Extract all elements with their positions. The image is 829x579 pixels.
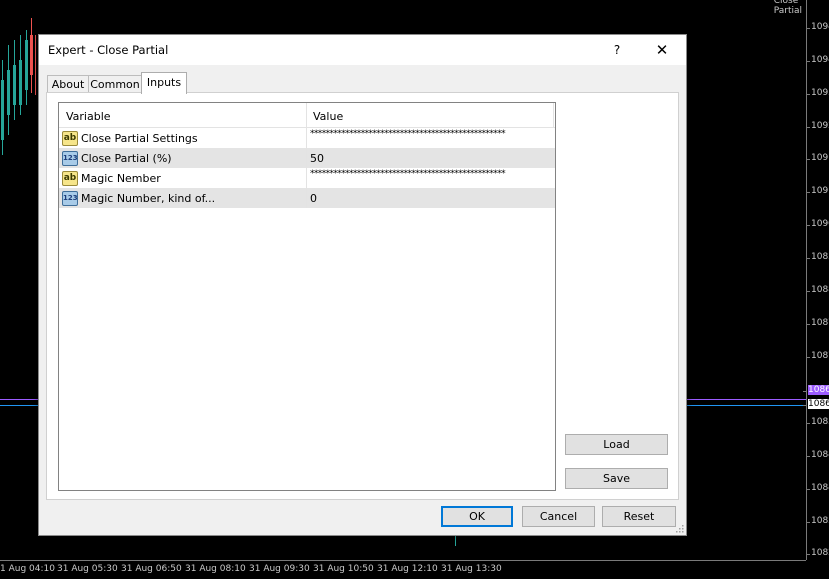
ok-button[interactable]: OK [441, 506, 513, 527]
table-row[interactable]: ab Close Partial Settings **************… [59, 128, 555, 148]
reset-button[interactable]: Reset [602, 506, 676, 527]
load-button[interactable]: Load [565, 434, 668, 455]
tab-about[interactable]: About [47, 75, 89, 93]
table-row[interactable]: 123 Magic Number, kind of... 0 [59, 188, 555, 208]
string-type-icon: ab [62, 171, 78, 186]
price-label: 1084 [806, 450, 829, 460]
variable-name: Magic Number, kind of... [81, 192, 216, 205]
time-label: 31 Aug 05:30 [57, 564, 118, 574]
time-label: 1 Aug 04:10 [0, 564, 55, 574]
candle [7, 70, 10, 115]
table-row[interactable]: ab Magic Nember ************************… [59, 168, 555, 188]
variable-value[interactable]: ****************************************… [310, 169, 506, 179]
price-label-purple: 1086 [803, 385, 829, 395]
cell-separator [306, 188, 307, 208]
inputs-panel: Variable Value ab Close Partial Settings… [46, 92, 679, 500]
expert-properties-dialog: Expert - Close Partial ? ✕ About Common … [38, 34, 687, 536]
column-separator[interactable] [306, 103, 307, 127]
price-label: 1090 [806, 219, 829, 229]
table-row[interactable]: 123 Close Partial (%) 50 [59, 148, 555, 168]
save-button[interactable]: Save [565, 468, 668, 489]
grid-header: Variable Value [59, 103, 555, 128]
column-header-value[interactable]: Value [313, 110, 343, 123]
time-axis[interactable]: 1 Aug 04:10 31 Aug 05:30 31 Aug 06:50 31… [0, 560, 806, 579]
numeric-type-icon: 123 [62, 151, 78, 166]
tab-common[interactable]: Common [88, 75, 142, 93]
tab-inputs[interactable]: Inputs [141, 72, 187, 94]
price-label: 1087 [806, 318, 829, 328]
price-label-current: 1086 [803, 399, 829, 409]
numeric-type-icon: 123 [62, 191, 78, 206]
price-label: 1092 [806, 121, 829, 131]
time-label: 31 Aug 12:10 [377, 564, 438, 574]
price-label: 1091 [806, 153, 829, 163]
price-label: 1084 [806, 483, 829, 493]
close-button[interactable]: ✕ [647, 39, 677, 61]
cancel-button[interactable]: Cancel [522, 506, 595, 527]
time-label: 31 Aug 10:50 [313, 564, 374, 574]
variable-value[interactable]: ****************************************… [310, 129, 506, 139]
ea-label: Close Partial [773, 0, 803, 16]
dialog-titlebar[interactable]: Expert - Close Partial ? ✕ [39, 35, 686, 65]
time-label: 31 Aug 08:10 [185, 564, 246, 574]
candle [13, 65, 16, 105]
price-label: 1088 [806, 285, 829, 295]
inputs-grid: Variable Value ab Close Partial Settings… [58, 102, 556, 491]
time-label: 31 Aug 09:30 [249, 564, 310, 574]
price-label: 1091 [806, 186, 829, 196]
price-label: 1083 [806, 516, 829, 526]
candle [30, 35, 33, 75]
price-label: 1094 [806, 22, 829, 32]
candle [25, 40, 28, 90]
price-label: 1087 [806, 351, 829, 361]
resize-grip-icon[interactable] [676, 525, 684, 533]
variable-name: Close Partial Settings [81, 132, 198, 145]
price-axis[interactable]: Close Partial 1094 1094 1093 1092 1091 1… [774, 0, 829, 560]
cell-separator [306, 128, 307, 148]
price-label: 1093 [806, 88, 829, 98]
string-type-icon: ab [62, 131, 78, 146]
price-label: 1085 [806, 417, 829, 427]
variable-value[interactable]: 50 [310, 152, 324, 165]
price-label: 1085 [806, 252, 829, 262]
help-button[interactable]: ? [607, 39, 627, 61]
variable-name: Magic Nember [81, 172, 161, 185]
dialog-title: Expert - Close Partial [48, 43, 169, 57]
candle [1, 80, 4, 140]
candle [19, 60, 22, 105]
column-separator [553, 103, 554, 127]
price-label: 1094 [806, 55, 829, 65]
cell-separator [306, 148, 307, 168]
column-header-variable[interactable]: Variable [66, 110, 111, 123]
variable-value[interactable]: 0 [310, 192, 317, 205]
time-label: 31 Aug 06:50 [121, 564, 182, 574]
cell-separator [306, 168, 307, 188]
candle [35, 35, 36, 95]
variable-name: Close Partial (%) [81, 152, 172, 165]
time-label: 31 Aug 13:30 [441, 564, 502, 574]
price-label: 1082 [806, 548, 829, 558]
